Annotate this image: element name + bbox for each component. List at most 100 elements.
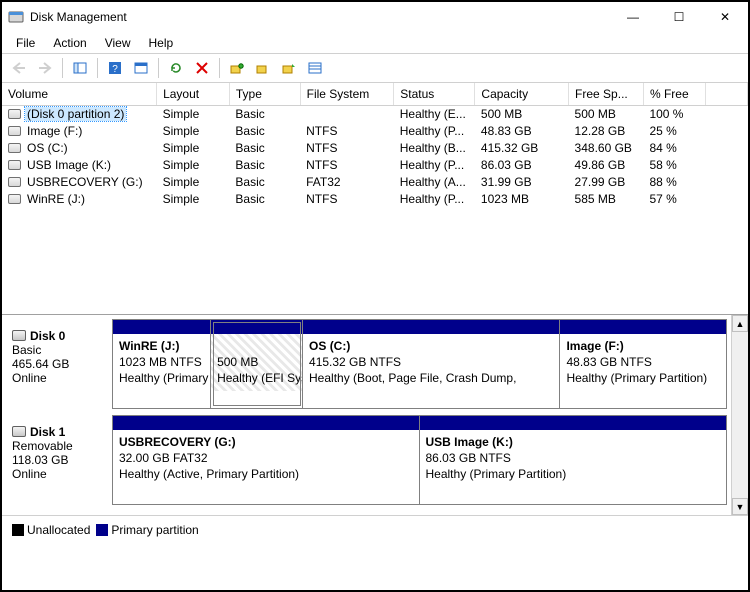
disk-state: Online: [12, 371, 47, 385]
forward-button[interactable]: [34, 57, 56, 79]
partition[interactable]: 500 MBHealthy (EFI Syst: [211, 320, 303, 408]
partition-stripe: [303, 320, 559, 334]
column-header[interactable]: File System: [300, 83, 394, 105]
table-cell: Simple: [157, 105, 230, 122]
column-header[interactable]: Free Sp...: [569, 83, 644, 105]
maximize-button[interactable]: ☐: [656, 2, 702, 32]
show-hide-tree-button[interactable]: [69, 57, 91, 79]
volume-table: VolumeLayoutTypeFile SystemStatusCapacit…: [2, 83, 748, 207]
disk-header[interactable]: Disk 1Removable118.03 GBOnline: [12, 415, 112, 505]
table-cell: 585 MB: [569, 190, 644, 207]
volume-icon: [8, 143, 21, 153]
tool-c-button[interactable]: [278, 57, 300, 79]
table-cell: Simple: [157, 190, 230, 207]
disk-icon: [12, 330, 26, 341]
menu-action[interactable]: Action: [45, 34, 94, 52]
table-cell: 500 MB: [475, 105, 569, 122]
partition-stripe: [560, 320, 726, 334]
partition[interactable]: OS (C:)415.32 GB NTFSHealthy (Boot, Page…: [303, 320, 560, 408]
table-row[interactable]: WinRE (J:)SimpleBasicNTFSHealthy (P...10…: [2, 190, 748, 207]
partition[interactable]: USBRECOVERY (G:)32.00 GB FAT32Healthy (A…: [113, 416, 420, 504]
disk-layout: Disk 0Basic465.64 GBOnlineWinRE (J:)1023…: [2, 315, 748, 515]
disk-header[interactable]: Disk 0Basic465.64 GBOnline: [12, 319, 112, 409]
table-cell: 86.03 GB: [475, 156, 569, 173]
scrollbar-vertical[interactable]: ▲ ▼: [731, 315, 748, 515]
partition[interactable]: WinRE (J:)1023 MB NTFSHealthy (Primary P…: [113, 320, 211, 408]
table-row[interactable]: OS (C:)SimpleBasicNTFSHealthy (B...415.3…: [2, 139, 748, 156]
table-cell: 12.28 GB: [569, 122, 644, 139]
table-cell: 25 %: [643, 122, 705, 139]
menu-view[interactable]: View: [97, 34, 139, 52]
properties-button[interactable]: [304, 57, 326, 79]
volume-list[interactable]: VolumeLayoutTypeFile SystemStatusCapacit…: [2, 83, 748, 315]
table-cell: Image (F:): [2, 122, 157, 139]
column-header[interactable]: Volume: [2, 83, 157, 105]
menu-help[interactable]: Help: [141, 34, 182, 52]
column-header[interactable]: % Free: [643, 83, 705, 105]
table-row[interactable]: (Disk 0 partition 2)SimpleBasicHealthy (…: [2, 105, 748, 122]
help-button[interactable]: ?: [104, 57, 126, 79]
minimize-button[interactable]: —: [610, 2, 656, 32]
app-icon: [8, 9, 24, 25]
partition[interactable]: USB Image (K:)86.03 GB NTFSHealthy (Prim…: [420, 416, 727, 504]
toolbar-separator: [97, 58, 98, 78]
disk-type: Removable: [12, 439, 73, 453]
tool-b-button[interactable]: [252, 57, 274, 79]
column-header[interactable]: Type: [229, 83, 300, 105]
table-cell: (Disk 0 partition 2): [2, 105, 157, 122]
table-cell: Healthy (B...: [394, 139, 475, 156]
volume-icon: [8, 160, 21, 170]
delete-button[interactable]: [191, 57, 213, 79]
volume-name: USBRECOVERY (G:): [25, 175, 145, 189]
scroll-track[interactable]: [732, 332, 748, 498]
table-row[interactable]: USB Image (K:)SimpleBasicNTFSHealthy (P.…: [2, 156, 748, 173]
column-header[interactable]: Capacity: [475, 83, 569, 105]
table-header-row: VolumeLayoutTypeFile SystemStatusCapacit…: [2, 83, 748, 105]
column-header[interactable]: Status: [394, 83, 475, 105]
tool-a-button[interactable]: [226, 57, 248, 79]
menubar: File Action View Help: [2, 32, 748, 54]
scroll-up-arrow[interactable]: ▲: [732, 315, 748, 332]
refresh-button[interactable]: [165, 57, 187, 79]
disk-state: Online: [12, 467, 47, 481]
table-cell: WinRE (J:): [2, 190, 157, 207]
legend-unallocated: Unallocated: [12, 523, 90, 537]
table-cell: [706, 122, 748, 139]
menu-file[interactable]: File: [8, 34, 43, 52]
table-cell: 500 MB: [569, 105, 644, 122]
disk-icon: [12, 426, 26, 437]
table-cell: USBRECOVERY (G:): [2, 173, 157, 190]
table-row[interactable]: USBRECOVERY (G:)SimpleBasicFAT32Healthy …: [2, 173, 748, 190]
partition-body: 500 MBHealthy (EFI Syst: [211, 334, 302, 391]
partition-size: 32.00 GB FAT32: [119, 451, 208, 465]
close-button[interactable]: ✕: [702, 2, 748, 32]
legend-primary: Primary partition: [96, 523, 198, 537]
volume-icon: [8, 126, 21, 136]
volume-icon: [8, 109, 21, 119]
partition-body: WinRE (J:)1023 MB NTFSHealthy (Primary P…: [113, 334, 210, 391]
table-cell: 100 %: [643, 105, 705, 122]
table-row[interactable]: Image (F:)SimpleBasicNTFSHealthy (P...48…: [2, 122, 748, 139]
table-cell: Basic: [229, 139, 300, 156]
settings-button[interactable]: [130, 57, 152, 79]
partition-size: 86.03 GB NTFS: [426, 451, 511, 465]
back-button[interactable]: [8, 57, 30, 79]
volume-name: USB Image (K:): [25, 158, 113, 172]
disk-name: Disk 0: [30, 329, 65, 343]
partition-container: USBRECOVERY (G:)32.00 GB FAT32Healthy (A…: [112, 415, 727, 505]
partition-title: OS (C:): [309, 339, 350, 353]
partition-status: Healthy (Boot, Page File, Crash Dump,: [309, 371, 516, 385]
scroll-down-arrow[interactable]: ▼: [732, 498, 748, 515]
table-cell: 415.32 GB: [475, 139, 569, 156]
disk-size: 118.03 GB: [12, 453, 68, 467]
table-cell: Basic: [229, 122, 300, 139]
partition-stripe: [420, 416, 727, 430]
volume-name: OS (C:): [25, 141, 70, 155]
partition[interactable]: Image (F:)48.83 GB NTFSHealthy (Primary …: [560, 320, 726, 408]
table-cell: Simple: [157, 122, 230, 139]
table-cell: USB Image (K:): [2, 156, 157, 173]
table-cell: 84 %: [643, 139, 705, 156]
partition-size: 500 MB: [217, 355, 258, 369]
column-header[interactable]: Layout: [157, 83, 230, 105]
column-header[interactable]: [706, 83, 748, 105]
